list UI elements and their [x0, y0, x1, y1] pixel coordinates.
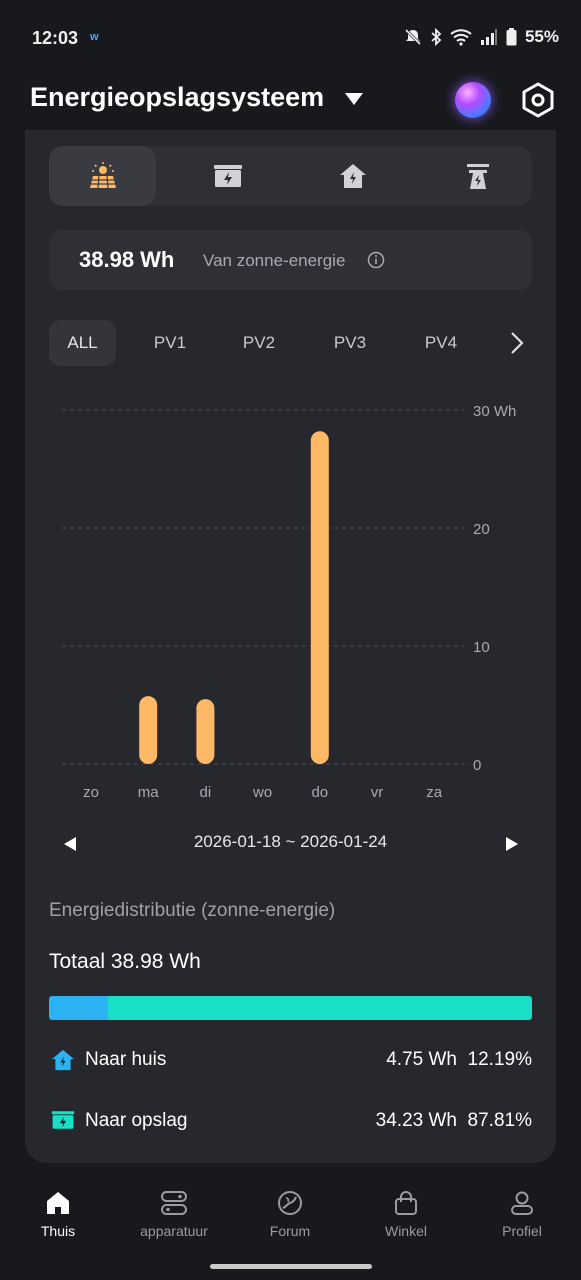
shop-bag-icon [395, 1191, 417, 1215]
pv-filter-pv2[interactable]: PV2 [234, 320, 284, 366]
nav-label: apparatuur [140, 1223, 208, 1239]
nav-label: Winkel [384, 1223, 427, 1239]
devices-icon [161, 1191, 187, 1215]
bluetooth-icon [431, 28, 442, 46]
row-percentage: 87.81% [467, 1110, 532, 1131]
status-time: 12:03 [32, 28, 79, 48]
row-energy: 4.75 Wh [386, 1049, 457, 1070]
signal-icon [480, 29, 497, 45]
bottom-nav: Thuis apparatuur Forum Winkel Profiel [0, 1180, 581, 1250]
bar-ma[interactable] [139, 696, 158, 764]
page-title[interactable]: Energieopslagsysteem [30, 82, 324, 113]
app-header: Energieopslagsysteem [0, 76, 581, 126]
source-tabs [49, 146, 532, 206]
home-indicator [210, 1264, 372, 1269]
date-range: 2026-01-18 ~ 2026-01-24 [193, 832, 388, 851]
nav-label: Profiel [502, 1223, 542, 1239]
distribution-bar-storage [107, 996, 532, 1020]
x-tick-label: ma [138, 784, 159, 801]
settings-hex-icon[interactable] [518, 80, 558, 120]
chevron-down-icon[interactable] [344, 92, 364, 106]
mute-icon [404, 28, 422, 46]
triangle-right-icon[interactable] [505, 836, 519, 852]
pv-filter-pv3[interactable]: PV3 [325, 320, 375, 366]
solar-summary: 38.98 Wh Van zonne-energie [49, 230, 532, 290]
y-tick-label: 10 [473, 639, 490, 656]
summary-value: 38.98 Wh [79, 247, 175, 272]
row-label: Naar opslag [85, 1110, 188, 1131]
pv-filter-row: ALL PV1 PV2 PV3 PV4 [49, 320, 532, 366]
x-tick-label: za [426, 784, 443, 801]
nav-profile[interactable]: Profiel [464, 1180, 580, 1250]
bar-di[interactable] [196, 699, 215, 764]
row-energy: 34.23 Wh [375, 1110, 457, 1131]
app-notification-icon: w [90, 31, 99, 43]
tab-grid[interactable] [424, 146, 531, 206]
energy-card: 38.98 Wh Van zonne-energie ALL PV1 PV2 P… [25, 130, 556, 1163]
assistant-orb-button[interactable] [455, 82, 491, 118]
nav-devices[interactable]: apparatuur [116, 1180, 232, 1250]
row-label: Naar huis [85, 1049, 167, 1070]
pv-filter-pv1[interactable]: PV1 [147, 320, 193, 366]
solar-panel-icon [89, 162, 116, 189]
x-tick-label: zo [83, 784, 99, 801]
x-tick-label: di [200, 784, 212, 801]
bar-do[interactable] [310, 431, 329, 764]
tab-home[interactable] [299, 146, 406, 206]
grid-tower-icon [466, 164, 489, 189]
nav-home[interactable]: Thuis [0, 1180, 116, 1250]
battery-percentage: 55% [524, 27, 559, 46]
date-navigator: 2026-01-18 ~ 2026-01-24 [25, 828, 556, 860]
distribution-bar-home [49, 996, 108, 1020]
profile-icon [511, 1191, 533, 1215]
energy-bar-chart: 0 10 20 30 Wh zo ma di wo do vr za [62, 403, 516, 801]
y-tick-label: 20 [473, 521, 490, 538]
forum-icon [278, 1191, 302, 1215]
row-percentage: 12.19% [467, 1049, 532, 1070]
distribution-bar [49, 996, 532, 1020]
battery-icon [506, 28, 517, 46]
info-icon[interactable] [367, 251, 385, 269]
status-icons: 55% [404, 27, 559, 47]
home-icon [339, 164, 366, 188]
battery-storage-icon [213, 165, 242, 187]
distribution-title: Energiedistributie (zonne-energie) [49, 900, 336, 921]
y-tick-label: 0 [473, 757, 481, 774]
tab-storage[interactable] [174, 146, 281, 206]
pv-filter-pv4[interactable]: PV4 [416, 320, 466, 366]
x-tick-label: vr [371, 784, 384, 801]
summary-label: Van zonne-energie [203, 251, 346, 270]
storage-teal-icon [51, 1111, 75, 1129]
home-blue-icon [52, 1049, 74, 1071]
x-tick-label: wo [252, 784, 272, 801]
wifi-icon [450, 29, 472, 46]
y-tick-label: 30 Wh [473, 403, 516, 420]
nav-forum[interactable]: Forum [232, 1180, 348, 1250]
home-nav-icon [47, 1192, 69, 1214]
distribution-total: Totaal 38.98 Wh [49, 950, 201, 973]
chevron-right-icon[interactable] [509, 331, 525, 355]
nav-label: Thuis [40, 1223, 76, 1239]
pv-filter-all[interactable]: ALL [49, 320, 116, 366]
distribution-row-home: Naar huis 4.75 Wh 12.19% [49, 1045, 532, 1075]
nav-shop[interactable]: Winkel [348, 1180, 464, 1250]
distribution-row-storage: Naar opslag 34.23 Wh 87.81% [49, 1106, 532, 1136]
status-bar: 12:03 w 55% [0, 0, 581, 76]
x-tick-label: do [311, 784, 328, 801]
nav-label: Forum [269, 1223, 311, 1239]
tab-solar[interactable] [49, 146, 156, 206]
